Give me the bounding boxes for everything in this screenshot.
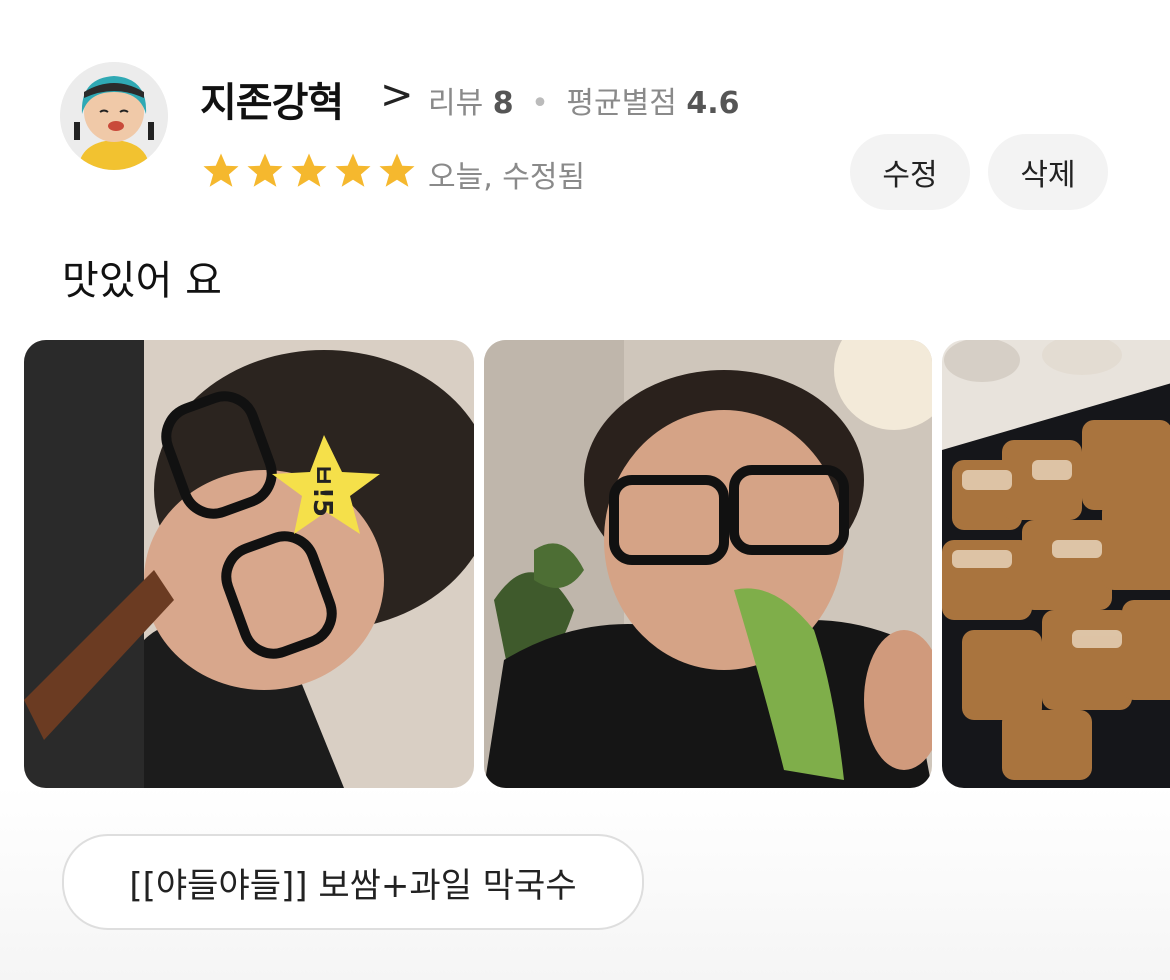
star-icon: [335, 153, 371, 187]
review-photo-2[interactable]: [484, 340, 932, 788]
avatar[interactable]: [60, 62, 168, 170]
review-date: 오늘, 수정됨: [428, 160, 586, 195]
avg-rating-value: 4.6: [686, 86, 740, 121]
photo-2-image: [484, 340, 932, 788]
delete-button[interactable]: 삭제: [988, 134, 1108, 210]
review-photo-3[interactable]: [942, 340, 1170, 788]
avg-rating-label: 평균별점: [566, 86, 677, 121]
menu-tag-chip[interactable]: [[야들야들]] 보쌈+과일 막국수: [62, 834, 644, 930]
star-icon: [247, 153, 283, 187]
avatar-illustration: [60, 62, 168, 170]
review-count: 8: [492, 86, 514, 121]
sticker-text: ㅂ!5: [307, 463, 337, 517]
star-icon: [291, 153, 327, 187]
star-icon: [203, 153, 239, 187]
review-photo-1[interactable]: ㅂ!5: [24, 340, 474, 788]
separator-dot: •: [531, 86, 549, 121]
star-icon: [379, 153, 415, 187]
username[interactable]: 지존강혁: [200, 70, 344, 128]
chevron-right-icon[interactable]: >: [380, 72, 414, 118]
review-text: 맛있어 요: [62, 258, 222, 304]
edit-button[interactable]: 수정: [850, 134, 970, 210]
review-label: 리뷰: [428, 86, 484, 121]
review-meta: 리뷰 8 • 평균별점 4.6: [428, 78, 740, 122]
star-rating: [200, 150, 418, 192]
photo-3-image: [942, 340, 1170, 788]
photo-1-image: ㅂ!5: [24, 340, 474, 788]
